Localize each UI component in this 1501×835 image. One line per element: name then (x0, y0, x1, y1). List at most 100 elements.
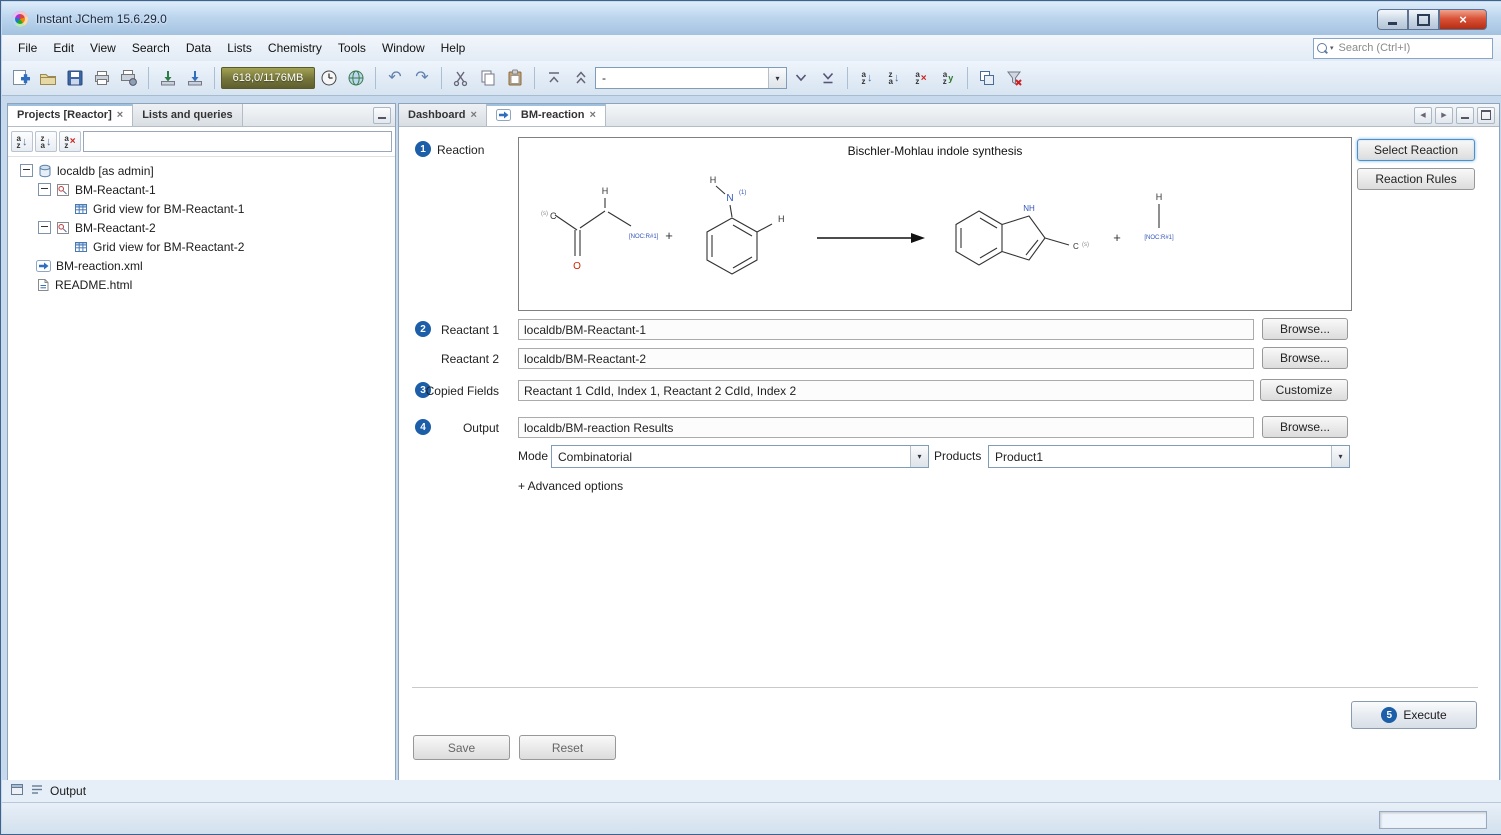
apply-schema-button[interactable] (815, 65, 841, 91)
scroll-tabs-left-button[interactable]: ◀ (1414, 107, 1432, 124)
tree-sort-ascending-button[interactable]: az↓ (11, 131, 33, 152)
menu-help[interactable]: Help (433, 38, 474, 58)
expand-all-button[interactable] (568, 65, 594, 91)
projects-panel: Projects [Reactor] × Lists and queries a… (7, 103, 396, 781)
menu-chemistry[interactable]: Chemistry (260, 38, 330, 58)
tree-item-bm-reaction-xml[interactable]: BM-reaction.xml (8, 256, 395, 275)
minimize-editor-button[interactable] (1456, 107, 1474, 124)
mode-select-arrow-icon[interactable]: ▾ (910, 446, 928, 467)
save-button[interactable]: Save (413, 735, 510, 760)
close-icon[interactable]: × (589, 110, 595, 121)
search-input[interactable] (1337, 41, 1489, 55)
execute-button[interactable]: 5 Execute (1351, 701, 1477, 729)
reset-button[interactable]: Reset (519, 735, 616, 760)
remove-sort-button[interactable]: az× (908, 65, 934, 91)
collapse-toggle-icon[interactable] (20, 164, 33, 177)
open-button[interactable] (35, 65, 61, 91)
update-center-button[interactable] (343, 65, 369, 91)
reactant-2-field[interactable] (518, 348, 1254, 369)
tree-item-localdb[interactable]: localdb [as admin] (8, 161, 395, 180)
undo-button[interactable]: ↶ (382, 65, 408, 91)
svg-text:[NOC:R#1]: [NOC:R#1] (629, 234, 659, 240)
menu-search[interactable]: Search (124, 38, 178, 58)
minimize-icon (1388, 22, 1397, 25)
window-layout-button[interactable] (974, 65, 1000, 91)
collapse-toggle-icon[interactable] (38, 183, 51, 196)
redo-icon: ↷ (415, 70, 428, 86)
scroll-tabs-right-button[interactable]: ▶ (1435, 107, 1453, 124)
products-select-arrow-icon[interactable]: ▾ (1331, 446, 1349, 467)
customize-button[interactable]: Customize (1260, 379, 1348, 401)
maximize-icon (1417, 14, 1430, 26)
copied-fields-field[interactable] (518, 380, 1254, 401)
reaction-rules-button[interactable]: Reaction Rules (1357, 168, 1475, 190)
print-button[interactable] (89, 65, 115, 91)
minimize-left-panel-button[interactable] (373, 107, 391, 124)
copy-button[interactable] (475, 65, 501, 91)
collapse-toggle-icon[interactable] (38, 221, 51, 234)
select-reaction-button[interactable]: Select Reaction (1357, 139, 1475, 161)
tree-item-readme-html[interactable]: README.html (8, 275, 395, 294)
import-database-button[interactable] (182, 65, 208, 91)
export-database-button[interactable] (155, 65, 181, 91)
tab-bm-reaction[interactable]: BM-reaction × (487, 104, 606, 126)
output-field[interactable] (518, 417, 1254, 438)
tree-remove-sort-button[interactable]: az× (59, 131, 81, 152)
reactant-2-browse-button[interactable]: Browse... (1262, 347, 1348, 369)
garbage-collect-button[interactable] (316, 65, 342, 91)
maximize-editor-button[interactable] (1477, 107, 1495, 124)
collapse-all-button[interactable] (541, 65, 567, 91)
memory-indicator-button[interactable]: 618,0/1176MB (221, 67, 315, 89)
new-button[interactable] (8, 65, 34, 91)
reactant-1-browse-button[interactable]: Browse... (1262, 318, 1348, 340)
output-browse-button[interactable]: Browse... (1262, 416, 1348, 438)
sort-descending-button[interactable]: za↓ (881, 65, 907, 91)
schema-combobox[interactable]: - ▾ (595, 67, 787, 89)
minimize-button[interactable] (1377, 9, 1408, 30)
tree-item-grid-view-2[interactable]: Grid view for BM-Reactant-2 (8, 237, 395, 256)
paste-button[interactable] (502, 65, 528, 91)
quick-search-box[interactable]: ▾ (1313, 38, 1493, 59)
paste-icon (506, 69, 524, 87)
output-window-label[interactable]: Output (50, 784, 86, 798)
tab-projects[interactable]: Projects [Reactor] × (8, 104, 133, 126)
reaction-scheme-panel[interactable]: Bischler-Mohlau indole synthesis (s) C O (518, 137, 1352, 311)
close-button[interactable]: × (1439, 9, 1487, 30)
tab-dashboard[interactable]: Dashboard × (399, 104, 487, 126)
custom-sort-button[interactable]: azy (935, 65, 961, 91)
save-button[interactable] (62, 65, 88, 91)
tree-sort-descending-button[interactable]: za↓ (35, 131, 57, 152)
close-icon[interactable]: × (470, 110, 476, 121)
validate-schema-button[interactable] (788, 65, 814, 91)
mode-select[interactable]: Combinatorial ▾ (551, 445, 929, 468)
menu-view[interactable]: View (82, 38, 124, 58)
menu-file[interactable]: File (10, 38, 45, 58)
menu-lists[interactable]: Lists (219, 38, 260, 58)
reaction-label: Reaction (437, 143, 484, 157)
schema-combobox-arrow-icon[interactable]: ▾ (768, 68, 786, 88)
advanced-options-link[interactable]: + Advanced options (518, 479, 623, 493)
tree-item-grid-view-1[interactable]: Grid view for BM-Reactant-1 (8, 199, 395, 218)
output-window-icon[interactable] (30, 783, 44, 799)
menu-tools[interactable]: Tools (330, 38, 374, 58)
reset-filter-button[interactable] (1001, 65, 1027, 91)
svg-text:+: + (665, 228, 673, 243)
cut-button[interactable] (448, 65, 474, 91)
dock-window-icon[interactable] (10, 783, 24, 799)
close-icon[interactable]: × (117, 110, 123, 121)
tree-item-bm-reactant-2[interactable]: BM-Reactant-2 (8, 218, 395, 237)
menu-data[interactable]: Data (178, 38, 219, 58)
print-settings-button[interactable] (116, 65, 142, 91)
reactant-1-field[interactable] (518, 319, 1254, 340)
sort-ascending-button[interactable]: az↓ (854, 65, 880, 91)
menu-edit[interactable]: Edit (45, 38, 82, 58)
menu-window[interactable]: Window (374, 38, 433, 58)
tree-item-bm-reactant-1[interactable]: BM-Reactant-1 (8, 180, 395, 199)
maximize-button[interactable] (1408, 9, 1439, 30)
undo-icon: ↶ (388, 70, 401, 86)
tab-lists-and-queries[interactable]: Lists and queries (133, 104, 242, 126)
tree-filter-input[interactable] (83, 131, 392, 152)
products-select[interactable]: Product1 ▾ (988, 445, 1350, 468)
redo-button[interactable]: ↷ (409, 65, 435, 91)
search-dropdown-icon[interactable]: ▾ (1330, 44, 1334, 52)
